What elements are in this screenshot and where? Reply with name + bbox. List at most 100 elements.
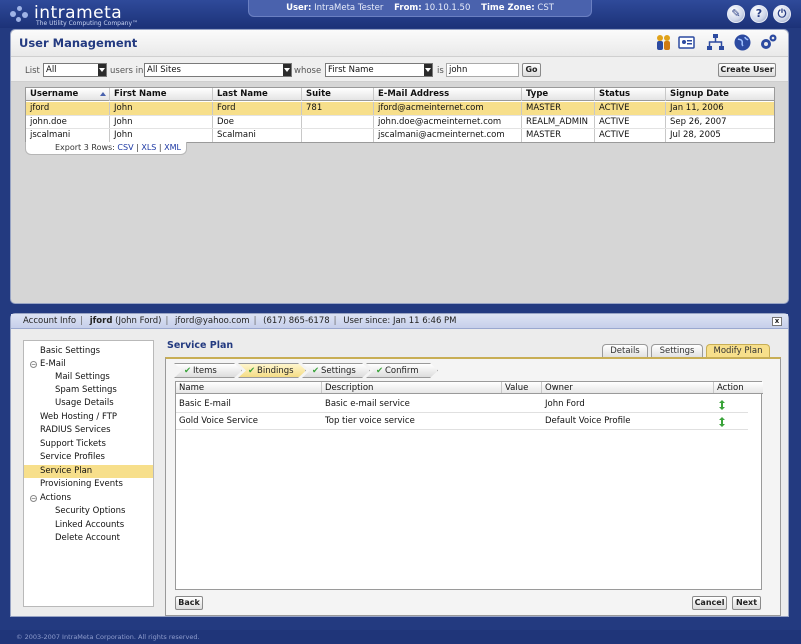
cell-description: Basic e-mail service (325, 399, 410, 409)
cell-value[interactable] (502, 413, 542, 429)
account-full-name: (John Ford) (115, 316, 162, 326)
list-select[interactable]: All (43, 63, 107, 77)
collapse-icon[interactable]: − (30, 361, 37, 368)
step-confirm[interactable]: ✔ Confirm (366, 363, 438, 378)
nav-item-radius-services[interactable]: RADIUS Services (24, 424, 153, 437)
nav-item-delete-account[interactable]: Delete Account (24, 532, 153, 545)
column-header-value[interactable]: Value (502, 382, 542, 393)
tab-details[interactable]: Details (602, 344, 648, 357)
search-input-value: john (449, 65, 468, 75)
export-csv-link[interactable]: CSV (117, 143, 133, 152)
chevron-down-icon (98, 64, 106, 76)
column-header-name[interactable]: Name (176, 382, 322, 393)
column-header-first-name[interactable]: First Name (110, 88, 213, 101)
cell-name: Basic E-mail (179, 399, 231, 409)
cell-value[interactable] (502, 396, 542, 412)
site-select[interactable]: All Sites (144, 63, 292, 77)
nav-item-label: Actions (40, 493, 72, 503)
nav-item-linked-accounts[interactable]: Linked Accounts (24, 519, 153, 532)
separator: | (80, 316, 83, 326)
nav-item-service-plan[interactable]: Service Plan (24, 465, 153, 478)
tools-icon[interactable]: ✎ (727, 5, 745, 23)
cancel-button[interactable]: Cancel (692, 596, 727, 610)
users-in-label: users in (110, 66, 144, 76)
table-row[interactable]: Basic E-mail Basic e-mail service John F… (176, 396, 748, 413)
export-xml-link[interactable]: XML (164, 143, 181, 152)
table-row[interactable]: jscalmani John Scalmani jscalmani@acmein… (26, 128, 774, 142)
gears-icon[interactable] (759, 33, 778, 52)
users-icon[interactable] (654, 33, 673, 52)
nav-item-label: RADIUS Services (40, 425, 111, 435)
column-header-action[interactable]: Action (714, 382, 763, 393)
help-icon[interactable]: ? (750, 5, 768, 23)
nav-item-provisioning-events[interactable]: Provisioning Events (24, 478, 153, 491)
search-input[interactable]: john (446, 63, 519, 77)
column-header-status[interactable]: Status (595, 88, 666, 101)
nav-item-spam-settings[interactable]: Spam Settings (24, 384, 153, 397)
network-icon[interactable] (706, 33, 725, 52)
column-header-signup-date[interactable]: Signup Date (666, 88, 776, 101)
field-select[interactable]: First Name (325, 63, 433, 77)
nav-item-label: Basic Settings (40, 346, 101, 356)
tab-settings[interactable]: Settings (651, 344, 703, 357)
nav-item-actions[interactable]: − Actions (24, 492, 153, 505)
nav-item-usage-details[interactable]: Usage Details (24, 397, 153, 410)
modify-plan-wizard: ✔ Items ✔ Bindings ✔ Settings ✔ Confirm Name… (165, 357, 781, 616)
field-select-value: First Name (328, 65, 374, 75)
cell-first-name: John (110, 102, 213, 115)
table-row[interactable]: jford John Ford 781 jford@acmeinternet.c… (26, 102, 774, 115)
close-icon[interactable]: x (772, 317, 782, 326)
nav-item-mail-settings[interactable]: Mail Settings (24, 371, 153, 384)
column-header-last-name[interactable]: Last Name (213, 88, 302, 101)
cell-owner: Default Voice Profile (545, 416, 631, 426)
column-header-suite[interactable]: Suite (302, 88, 374, 101)
column-header-email[interactable]: E-Mail Address (374, 88, 522, 101)
nav-item-label: Support Tickets (40, 439, 106, 449)
step-items[interactable]: ✔ Items (174, 363, 242, 378)
nav-item-security-options[interactable]: Security Options (24, 505, 153, 518)
step-settings[interactable]: ✔ Settings (302, 363, 370, 378)
nav-item-label: Security Options (55, 506, 126, 516)
user-management-header: User Management (11, 30, 788, 56)
switch-icon[interactable] (718, 417, 726, 427)
tab-modify-plan[interactable]: Modify Plan (706, 344, 770, 357)
column-header-owner[interactable]: Owner (542, 382, 714, 393)
nav-item-web-hosting[interactable]: Web Hosting / FTP (24, 411, 153, 424)
collapse-icon[interactable]: − (30, 495, 37, 502)
cell-email: jford@acmeinternet.com (374, 102, 522, 115)
service-plan-content: Service Plan Details Settings Modify Pla… (165, 340, 781, 616)
table-row[interactable]: john.doe John Doe john.doe@acmeinternet.… (26, 115, 774, 129)
nav-item-email[interactable]: − E-Mail (24, 358, 153, 371)
next-button[interactable]: Next (732, 596, 761, 610)
column-header-type[interactable]: Type (522, 88, 595, 101)
filter-bar: List All users in All Sites whose First … (11, 56, 788, 82)
table-header: Name Description Value Owner Action (176, 382, 763, 394)
logo-mark-icon (8, 3, 30, 25)
nav-item-support-tickets[interactable]: Support Tickets (24, 438, 153, 451)
nav-item-label: Service Plan (40, 466, 93, 476)
chevron-down-icon (424, 64, 432, 76)
nav-item-service-profiles[interactable]: Service Profiles (24, 451, 153, 464)
logo-tagline: The Utility Computing Company™ (36, 20, 139, 27)
column-header-description[interactable]: Description (322, 382, 502, 393)
step-bindings[interactable]: ✔ Bindings (238, 363, 306, 378)
list-label: List (25, 66, 40, 76)
power-icon[interactable]: ⏻ (773, 5, 791, 23)
user-card-icon[interactable] (677, 33, 696, 52)
cell-suite: 781 (302, 102, 374, 115)
go-button[interactable]: Go (522, 63, 541, 77)
step-label: Bindings (257, 366, 294, 376)
cell-description: Top tier voice service (325, 416, 415, 426)
switch-icon[interactable] (718, 400, 726, 410)
nav-item-basic-settings[interactable]: Basic Settings (24, 345, 153, 358)
table-row[interactable]: Gold Voice Service Top tier voice servic… (176, 413, 748, 430)
column-header-username[interactable]: Username (26, 88, 110, 101)
globe-icon[interactable] (733, 33, 752, 52)
export-xls-link[interactable]: XLS (141, 143, 156, 152)
step-label: Items (193, 366, 217, 376)
nav-item-label: Linked Accounts (55, 520, 125, 530)
export-bar: Export 3 Rows: CSV | XLS | XML (25, 142, 187, 155)
create-user-button[interactable]: Create User (718, 63, 776, 77)
cell-owner: John Ford (545, 399, 585, 409)
back-button[interactable]: Back (175, 596, 203, 610)
